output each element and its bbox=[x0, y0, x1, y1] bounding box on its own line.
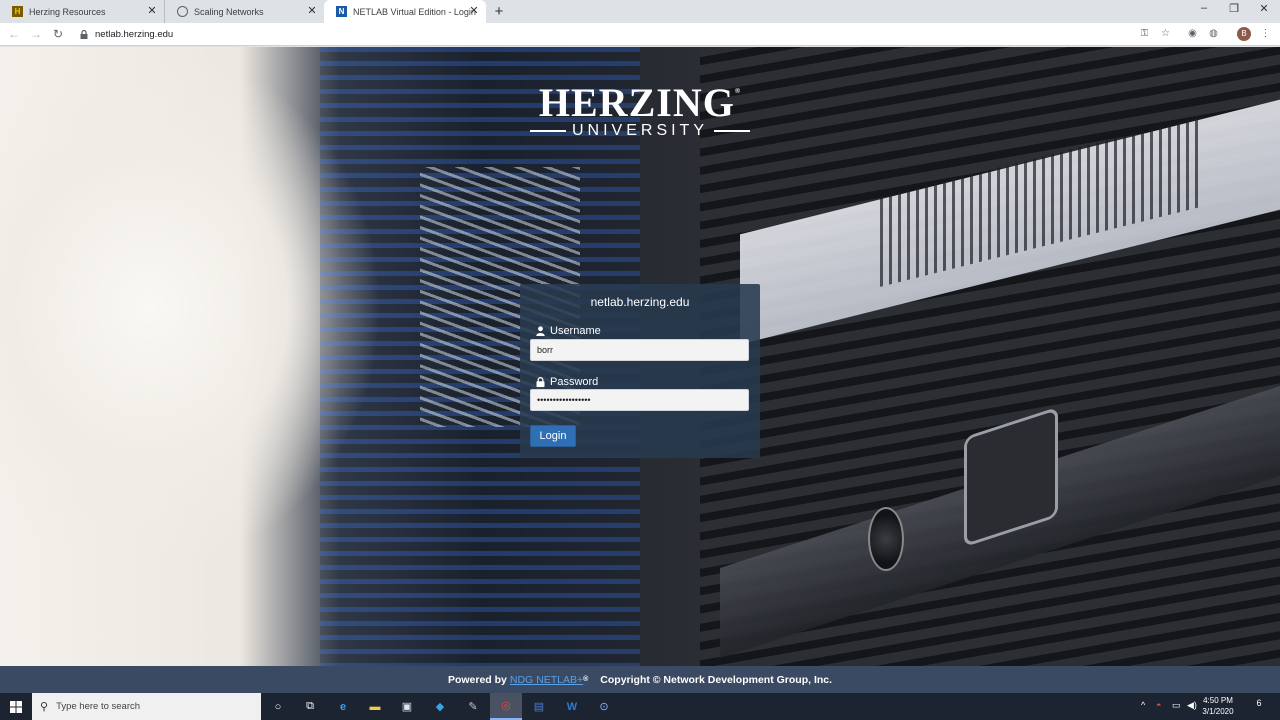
logo-subtitle: UNIVERSITY bbox=[571, 122, 708, 139]
search-icon: ⚲ bbox=[40, 701, 49, 713]
password-label: Password bbox=[536, 376, 598, 388]
task-view-icon[interactable]: ⧉ bbox=[294, 693, 326, 720]
page-footer: Powered by NDG NETLAB+ ® Copyright © Netw… bbox=[0, 666, 1280, 693]
close-tab-icon[interactable]: ✕ bbox=[306, 5, 318, 17]
store-icon[interactable]: ▣ bbox=[391, 693, 423, 720]
tab-herzing-resources[interactable]: H Herzing Resources ✕ bbox=[0, 0, 164, 23]
key-icon[interactable]: ⚿ bbox=[1138, 28, 1151, 39]
copyright-text: Copyright © Network Development Group, I… bbox=[600, 673, 833, 686]
tab-scaling-networks[interactable]: Scaling Networks ✕ bbox=[164, 0, 324, 23]
tab-label: NETLAB Virtual Edition - Login bbox=[353, 6, 476, 17]
taskbar-search-placeholder: Type here to search bbox=[56, 701, 141, 712]
bookmark-star-icon[interactable]: ☆ bbox=[1159, 28, 1172, 39]
new-tab-button[interactable]: + bbox=[492, 3, 506, 20]
minimize-icon[interactable]: – bbox=[1194, 2, 1214, 14]
globe-icon bbox=[177, 6, 188, 17]
logo-rule-right bbox=[714, 130, 750, 132]
netlab-registered-mark: ® bbox=[583, 676, 589, 683]
login-button[interactable]: Login bbox=[530, 425, 576, 447]
address-bar[interactable]: netlab.herzing.edu bbox=[95, 29, 173, 40]
logo-registered-mark: ® bbox=[734, 87, 742, 95]
powered-by-text: Powered by bbox=[447, 673, 507, 686]
app-icon[interactable]: ◆ bbox=[424, 693, 456, 720]
page-background: HERZING® UNIVERSITY netlab.herzing.edu U… bbox=[0, 47, 1280, 666]
windows-taskbar: ⚲ Type here to search ○ ⧉ e ▬ ▣ ◆ ✎ ◎ ▤ … bbox=[0, 693, 1280, 720]
user-icon bbox=[536, 326, 545, 336]
profile-avatar[interactable]: B bbox=[1237, 27, 1251, 41]
login-panel: netlab.herzing.edu Username Password Log… bbox=[520, 284, 760, 458]
forward-icon[interactable]: → bbox=[29, 27, 43, 41]
tray-alert-icon[interactable]: ◓ bbox=[1156, 700, 1161, 710]
logo-rule-left bbox=[529, 130, 566, 132]
background-dell-badge bbox=[868, 507, 904, 571]
close-window-icon[interactable]: ✕ bbox=[1254, 2, 1274, 15]
clock-time: 4:50 PM bbox=[1203, 696, 1233, 705]
remote-desktop-icon[interactable]: ▤ bbox=[523, 693, 555, 720]
app-icon-3[interactable]: ⊙ bbox=[588, 693, 620, 720]
extension-icon[interactable]: ◉ bbox=[1186, 28, 1199, 39]
notification-center-icon[interactable]: 6 bbox=[1250, 698, 1268, 714]
chrome-icon[interactable]: ◎ bbox=[490, 693, 522, 720]
taskbar-search-box[interactable]: ⚲ Type here to search bbox=[32, 693, 261, 720]
notification-count: 6 bbox=[1256, 698, 1262, 708]
windows-start-button[interactable] bbox=[0, 693, 32, 720]
restore-icon[interactable]: ❐ bbox=[1224, 2, 1244, 15]
windows-logo-icon bbox=[10, 700, 22, 713]
username-input[interactable] bbox=[530, 339, 749, 361]
herzing-favicon-icon: H bbox=[12, 6, 23, 17]
username-label: Username bbox=[536, 325, 601, 337]
file-explorer-icon[interactable]: ▬ bbox=[359, 693, 391, 720]
logo-name: HERZING bbox=[538, 80, 735, 125]
extension-icon-2[interactable]: ◍ bbox=[1207, 28, 1220, 39]
back-icon[interactable]: ← bbox=[7, 27, 21, 41]
tab-netlab-login[interactable]: N NETLAB Virtual Edition - Login ✕ bbox=[324, 0, 486, 23]
clock-date: 3/1/2020 bbox=[1202, 707, 1234, 716]
ndg-netlab-link[interactable]: NDG NETLAB+ bbox=[510, 674, 583, 686]
network-icon[interactable]: ▭ bbox=[1172, 700, 1181, 711]
reload-icon[interactable]: ↻ bbox=[51, 27, 65, 41]
taskbar-clock[interactable]: 4:50 PM 3/1/2020 bbox=[1196, 695, 1240, 717]
browser-toolbar: ← → ↻ netlab.herzing.edu ⚿ ☆ ◉ ◍ B ⋮ bbox=[0, 23, 1280, 46]
password-input[interactable] bbox=[530, 389, 749, 411]
browser-tab-strip: H Herzing Resources ✕ Scaling Networks ✕… bbox=[0, 0, 1280, 23]
login-panel-title: netlab.herzing.edu bbox=[590, 295, 690, 309]
tab-label: Herzing Resources bbox=[29, 6, 106, 17]
lock-icon bbox=[536, 377, 545, 387]
cortana-icon[interactable]: ○ bbox=[262, 693, 294, 720]
tray-chevron-icon[interactable]: ^ bbox=[1141, 700, 1145, 710]
word-icon[interactable]: W bbox=[556, 693, 588, 720]
app-icon-2[interactable]: ✎ bbox=[457, 693, 489, 720]
close-tab-icon[interactable]: ✕ bbox=[468, 5, 480, 17]
edge-icon[interactable]: e bbox=[327, 693, 359, 720]
lock-icon[interactable] bbox=[80, 30, 88, 39]
menu-dots-icon[interactable]: ⋮ bbox=[1259, 28, 1272, 39]
herzing-logo: HERZING® UNIVERSITY bbox=[520, 79, 760, 140]
close-tab-icon[interactable]: ✕ bbox=[146, 5, 158, 17]
netlab-favicon-icon: N bbox=[336, 6, 347, 17]
tab-label: Scaling Networks bbox=[194, 6, 264, 17]
